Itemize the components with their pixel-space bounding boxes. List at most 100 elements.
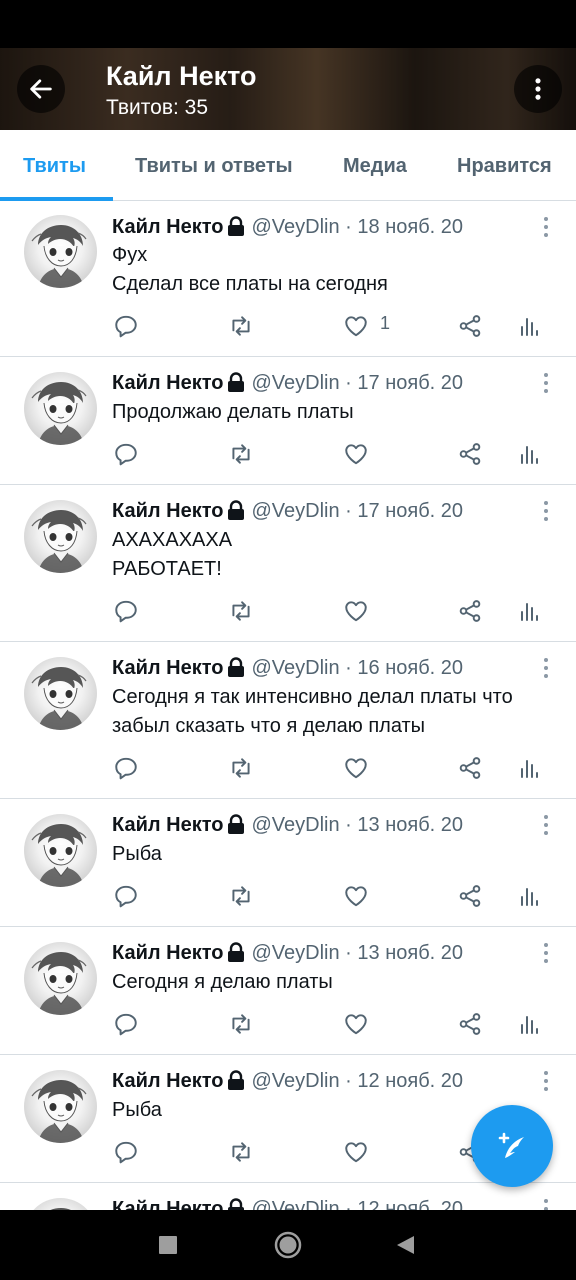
like-button[interactable] (341, 1137, 371, 1167)
retweet-button[interactable] (226, 1009, 256, 1039)
share-button[interactable] (455, 753, 485, 783)
tweet[interactable]: Кайл Некто @VeyDlin · 18 нояб. 20 Фух Сде… (0, 201, 576, 357)
reply-button[interactable] (111, 596, 141, 626)
avatar[interactable] (24, 500, 97, 573)
retweet-button[interactable] (226, 753, 256, 783)
like-button[interactable] (341, 596, 371, 626)
author-handle: @VeyDlin (251, 814, 340, 836)
tab-media[interactable]: Медиа (343, 130, 407, 200)
system-navigation-bar (0, 1210, 576, 1280)
like-button[interactable] (341, 439, 371, 469)
retweet-button[interactable] (226, 881, 256, 911)
tab-tweets[interactable]: Твиты (23, 130, 86, 200)
reply-icon (115, 757, 137, 780)
author-handle: @VeyDlin (251, 1198, 340, 1210)
tweet-text-line: Сделал все платы на сегодня (112, 273, 388, 295)
tweet[interactable]: Кайл Некто @VeyDlin · 17 нояб. 20 АХАХАХА… (0, 485, 576, 642)
separator-dot: · (345, 216, 352, 238)
tweet-date: 17 нояб. 20 (357, 372, 464, 394)
tweet-actions: 1 (0, 311, 576, 341)
like-icon (345, 1142, 367, 1163)
share-button[interactable] (455, 596, 485, 626)
recents-button[interactable] (151, 1228, 185, 1262)
analytics-button[interactable] (514, 881, 544, 911)
retweet-button[interactable] (226, 596, 256, 626)
analytics-button[interactable] (514, 1009, 544, 1039)
back-nav-button[interactable] (388, 1228, 422, 1262)
tweet-menu-button[interactable] (536, 656, 556, 680)
tweet-menu-button[interactable] (536, 813, 556, 837)
retweet-button[interactable] (226, 311, 256, 341)
analytics-button[interactable] (514, 311, 544, 341)
tweet-menu-button[interactable] (536, 941, 556, 965)
reply-button[interactable] (111, 753, 141, 783)
avatar[interactable] (24, 814, 97, 887)
avatar[interactable] (24, 657, 97, 730)
like-icon (345, 886, 367, 907)
author-name: Кайл Некто (112, 216, 224, 238)
like-button[interactable] (341, 881, 371, 911)
avatar[interactable] (24, 215, 97, 288)
tweet[interactable]: Кайл Некто @VeyDlin · 13 нояб. 20 Сегодня… (0, 927, 576, 1055)
analytics-button[interactable] (514, 596, 544, 626)
tweet-menu-button[interactable] (536, 1069, 556, 1093)
tab-likes[interactable]: Нравится (457, 130, 552, 200)
avatar[interactable] (24, 1198, 97, 1210)
avatar-illustration (31, 382, 87, 445)
lock-icon (228, 500, 245, 520)
retweet-icon (232, 886, 250, 906)
tweet-text-line: Рыба (112, 843, 162, 865)
reply-icon (115, 1013, 137, 1036)
tab-tweets-and-replies[interactable]: Твиты и ответы (135, 130, 293, 200)
tweet[interactable]: Кайл Некто @VeyDlin · 16 нояб. 20 Сегодня… (0, 642, 576, 799)
lock-icon (228, 657, 245, 677)
retweet-button[interactable] (226, 1137, 256, 1167)
share-button[interactable] (455, 311, 485, 341)
author-name: Кайл Некто (112, 657, 224, 679)
retweet-button[interactable] (226, 439, 256, 469)
tweet-menu-button[interactable] (536, 215, 556, 239)
tweet-text-line: Фух (112, 244, 148, 266)
tweet[interactable]: Кайл Некто @VeyDlin · 13 нояб. 20 Рыба (0, 799, 576, 927)
avatar[interactable] (24, 372, 97, 445)
tweet-actions (0, 1009, 576, 1039)
like-button[interactable] (341, 311, 371, 341)
avatar[interactable] (24, 942, 97, 1015)
reply-button[interactable] (111, 311, 141, 341)
reply-button[interactable] (111, 1137, 141, 1167)
tweet[interactable]: Кайл Некто @VeyDlin · 17 нояб. 20 Продолж… (0, 357, 576, 485)
more-vertical-icon (544, 815, 548, 835)
back-button[interactable] (17, 65, 65, 113)
tweet-feed[interactable]: Кайл Некто @VeyDlin · 18 нояб. 20 Фух Сде… (0, 201, 576, 1210)
like-button[interactable] (341, 1009, 371, 1039)
home-button[interactable] (271, 1228, 305, 1262)
avatar-illustration (31, 510, 87, 573)
avatar-illustration (31, 1080, 87, 1143)
separator-dot: · (345, 942, 352, 964)
tweet-menu-button[interactable] (536, 499, 556, 523)
profile-header: Кайл Некто Твитов: 35 (0, 48, 576, 130)
tweet-menu-button[interactable] (536, 1197, 556, 1210)
avatar[interactable] (24, 1070, 97, 1143)
reply-button[interactable] (111, 881, 141, 911)
analytics-button[interactable] (514, 753, 544, 783)
tweet-menu-button[interactable] (536, 371, 556, 395)
separator-dot: · (345, 814, 352, 836)
author-name: Кайл Некто (112, 814, 224, 836)
author-name: Кайл Некто (112, 500, 224, 522)
share-button[interactable] (455, 439, 485, 469)
share-button[interactable] (455, 881, 485, 911)
compose-tweet-button[interactable] (471, 1105, 553, 1187)
share-button[interactable] (455, 1009, 485, 1039)
retweet-icon (232, 316, 250, 336)
analytics-button[interactable] (514, 439, 544, 469)
reply-button[interactable] (111, 1009, 141, 1039)
tweet-text: Рыба (112, 840, 568, 869)
like-button[interactable] (341, 753, 371, 783)
tweet-text-line: РАБОТАЕТ! (112, 558, 222, 580)
tweet[interactable]: Кайл Некто @VeyDlin · 12 нояб. 20 (0, 1183, 576, 1210)
more-options-button[interactable] (514, 65, 562, 113)
avatar-illustration (50, 1208, 71, 1210)
tweet-text-line: Сегодня я делаю платы (112, 971, 333, 993)
reply-button[interactable] (111, 439, 141, 469)
